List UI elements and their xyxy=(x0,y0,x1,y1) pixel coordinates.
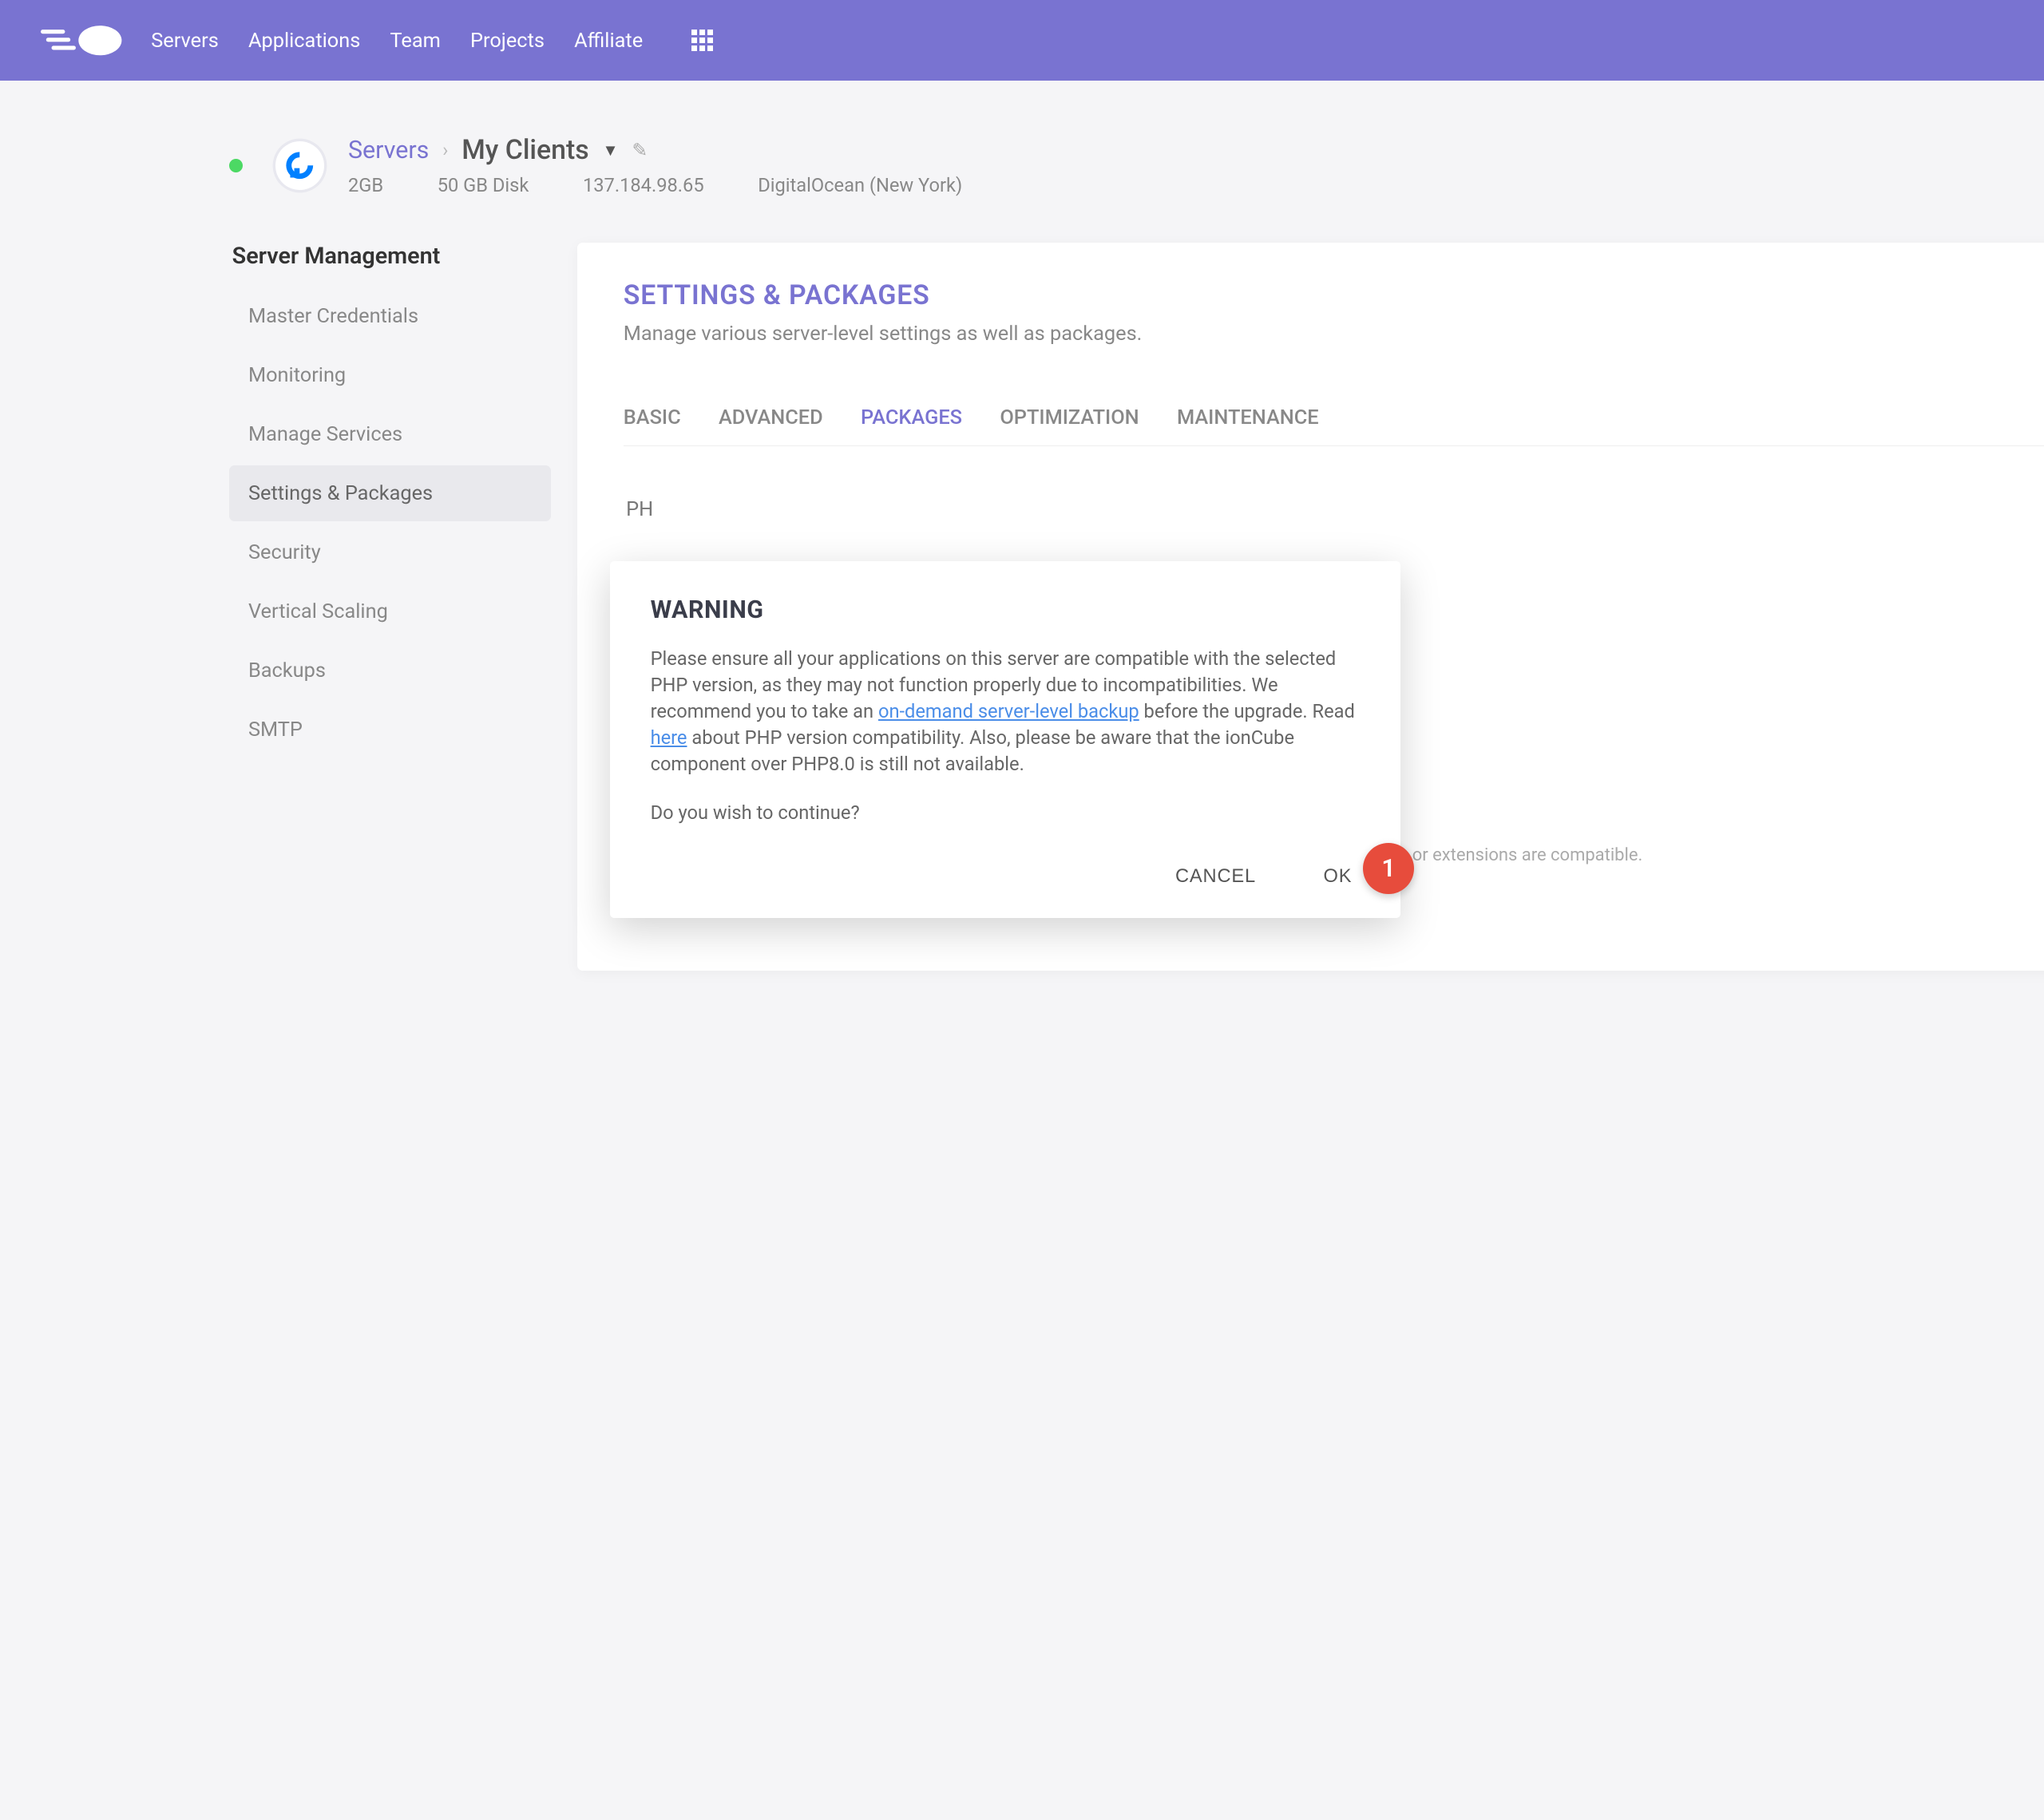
sidebar-item[interactable]: SMTP xyxy=(229,702,550,758)
breadcrumb-root[interactable]: Servers xyxy=(348,136,429,164)
cancel-button[interactable]: CANCEL xyxy=(1175,866,1256,888)
nav-projects[interactable]: Projects xyxy=(470,29,545,53)
sidebar-item[interactable]: Master Credentials xyxy=(229,288,550,345)
sidebar-item[interactable]: Manage Services xyxy=(229,406,550,463)
nav-servers[interactable]: Servers xyxy=(151,29,219,53)
panel-title: SETTINGS & PACKAGES xyxy=(624,280,1143,311)
nav-applications[interactable]: Applications xyxy=(248,29,360,53)
sidebar-item[interactable]: Settings & Packages xyxy=(229,465,550,522)
modal-body: Please ensure all your applications on t… xyxy=(651,646,1361,778)
package-row: PH xyxy=(624,479,2044,540)
sidebar-title: Server Management xyxy=(229,243,550,270)
sidebar: Server Management Master CredentialsMoni… xyxy=(229,243,550,761)
sidebar-item[interactable]: Security xyxy=(229,524,550,581)
server-name: My Clients xyxy=(461,135,588,166)
status-indicator xyxy=(229,159,243,172)
tab[interactable]: ADVANCED xyxy=(719,389,823,445)
sidebar-item[interactable]: Monitoring xyxy=(229,347,550,404)
backup-link[interactable]: on-demand server-level backup xyxy=(878,700,1139,722)
tabs: BASIC ADVANCED PACKAGES OPTIMIZATION MAINTEN… xyxy=(624,389,2044,446)
ok-button[interactable]: OK xyxy=(1324,866,1353,888)
main-nav: Servers Applications Team Projects Affil… xyxy=(151,29,643,53)
modal-heading: WARNING xyxy=(651,596,1361,624)
sidebar-item[interactable]: Vertical Scaling xyxy=(229,584,550,640)
here-link[interactable]: here xyxy=(651,726,687,749)
tab[interactable]: BASIC xyxy=(624,389,681,445)
server-ram: 2GB xyxy=(348,174,383,196)
provider-logo xyxy=(275,141,324,190)
tab[interactable]: OPTIMIZATION xyxy=(1000,389,1139,445)
nav-team[interactable]: Team xyxy=(390,29,440,53)
server-header: Servers › My Clients ▼ ✎ 2GB 50 GB Disk … xyxy=(229,135,2044,196)
nav-affiliate[interactable]: Affiliate xyxy=(574,29,643,53)
server-ip: 137.184.98.65 xyxy=(583,174,704,196)
tab[interactable]: MAINTENANCE xyxy=(1177,389,1319,445)
panel-subtitle: Manage various server-level settings as … xyxy=(624,322,1143,346)
package-label: PH xyxy=(626,497,896,521)
edit-icon[interactable]: ✎ xyxy=(632,139,648,161)
tab[interactable]: PACKAGES xyxy=(861,389,962,445)
logo[interactable] xyxy=(41,22,125,59)
modal-confirm-text: Do you wish to continue? xyxy=(651,800,1361,826)
server-disk: 50 GB Disk xyxy=(438,174,529,196)
sidebar-item[interactable]: Backups xyxy=(229,643,550,699)
apps-grid-icon[interactable] xyxy=(691,30,713,51)
server-dropdown-icon[interactable]: ▼ xyxy=(603,140,619,160)
server-provider: DigitalOcean (New York) xyxy=(758,174,962,196)
topbar: Servers Applications Team Projects Affil… xyxy=(0,0,2044,81)
breadcrumb-separator: › xyxy=(442,139,448,161)
warning-modal: WARNING Please ensure all your applicati… xyxy=(610,561,1400,918)
